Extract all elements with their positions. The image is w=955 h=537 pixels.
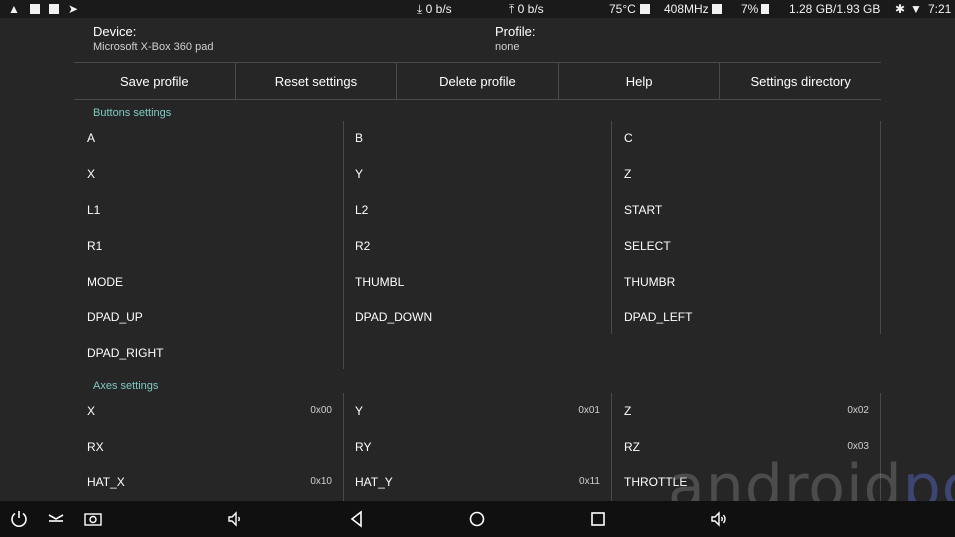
axis-row-item[interactable]: X 0x00	[87, 401, 332, 421]
temperature: 75°C	[609, 2, 636, 16]
cpu-frequency: 408MHz	[664, 2, 709, 16]
battery-saver-icon	[712, 2, 722, 16]
button-row-item[interactable]: DPAD_RIGHT	[87, 343, 163, 363]
buttons-settings-title: Buttons settings	[93, 107, 172, 119]
column-divider	[611, 393, 612, 501]
button-row-item[interactable]: B	[355, 128, 363, 148]
cpu-icon	[640, 2, 650, 16]
axis-code: 0x00	[310, 405, 332, 416]
axis-name: Z	[624, 404, 632, 418]
axis-name: HAT_X	[87, 475, 125, 489]
volume-down-icon[interactable]	[225, 509, 245, 529]
upload-speed-value: 0 b/s	[517, 2, 544, 16]
help-button[interactable]: Help	[559, 63, 721, 99]
axis-code: 0x01	[578, 405, 600, 416]
axis-row-item[interactable]: RY	[355, 437, 600, 457]
warning-icon: ▲	[8, 2, 20, 16]
bluetooth-icon: ✱	[895, 2, 906, 16]
download-speed-value: 0 b/s	[425, 2, 452, 16]
axis-row-item[interactable]: HAT_Y 0x11	[355, 472, 600, 492]
button-row-item[interactable]: START	[624, 200, 662, 220]
column-divider	[343, 121, 344, 369]
status-bar: ▲ ➤ ⤓ 0 b/s ⤒ 0 b/s 75°C 408MHz 7% 1.28 …	[0, 0, 955, 18]
navigation-bar	[0, 501, 955, 537]
recents-icon[interactable]	[588, 509, 608, 529]
button-row-item[interactable]: R1	[87, 236, 102, 256]
axis-row-item[interactable]: RX	[87, 437, 332, 457]
reset-settings-button[interactable]: Reset settings	[236, 63, 398, 99]
button-row-item[interactable]: A	[87, 128, 95, 148]
axis-row-item[interactable]: HAT_X 0x10	[87, 472, 332, 492]
button-row-item[interactable]: MODE	[87, 272, 123, 292]
memory-usage: 1.28 GB/1.93 GB	[789, 2, 881, 16]
column-divider	[611, 121, 612, 334]
button-row-item[interactable]: DPAD_LEFT	[624, 307, 692, 327]
upload-speed: ⤒ 0 b/s	[509, 2, 544, 16]
button-row-item[interactable]: THUMBL	[355, 272, 404, 292]
delete-profile-button[interactable]: Delete profile	[397, 63, 559, 99]
axis-name: X	[87, 404, 96, 418]
clock: 7:21	[928, 2, 952, 16]
home-icon[interactable]	[467, 509, 487, 529]
axis-name: HAT_Y	[355, 475, 393, 489]
profile-value: none	[495, 41, 520, 53]
wifi-icon: ▼	[910, 2, 922, 16]
axis-name: RZ	[624, 440, 640, 454]
button-row-item[interactable]: L1	[87, 200, 100, 220]
axis-name: RY	[355, 440, 372, 454]
button-row-item[interactable]: X	[87, 164, 95, 184]
axis-row-item[interactable]: Z 0x02	[624, 401, 869, 421]
device-value: Microsoft X-Box 360 pad	[93, 41, 214, 53]
button-row-item[interactable]: DPAD_UP	[87, 307, 143, 327]
back-icon[interactable]	[347, 509, 367, 529]
button-row-item[interactable]: L2	[355, 200, 368, 220]
app-icon	[49, 2, 59, 16]
button-row-item[interactable]: R2	[355, 236, 370, 256]
power-icon[interactable]	[9, 509, 29, 529]
volume-up-icon[interactable]	[709, 509, 729, 529]
button-row-item[interactable]: Z	[624, 164, 631, 184]
collapse-icon[interactable]	[46, 509, 66, 529]
axis-row-item[interactable]: Y 0x01	[355, 401, 600, 421]
battery-icon	[761, 2, 769, 16]
screenshot-icon[interactable]	[83, 509, 103, 529]
column-divider	[343, 393, 344, 501]
axis-name: Y	[355, 404, 364, 418]
settings-directory-button[interactable]: Settings directory	[720, 63, 881, 99]
battery-percent: 7%	[741, 2, 759, 16]
column-divider	[880, 121, 881, 334]
axes-settings-title: Axes settings	[93, 380, 159, 392]
axis-code: 0x10	[310, 476, 332, 487]
axis-code: 0x11	[579, 476, 600, 487]
profile-label: Profile:	[495, 24, 536, 39]
button-row-item[interactable]: THUMBR	[624, 272, 675, 292]
save-profile-button[interactable]: Save profile	[74, 63, 236, 99]
button-row-item[interactable]: C	[624, 128, 633, 148]
axis-name: RX	[87, 440, 104, 454]
send-icon: ➤	[68, 2, 79, 16]
toolbar: Save profile Reset settings Delete profi…	[74, 62, 881, 100]
button-row-item[interactable]: DPAD_DOWN	[355, 307, 432, 327]
download-speed: ⤓ 0 b/s	[417, 2, 452, 16]
axis-code: 0x02	[847, 405, 869, 416]
device-label: Device:	[93, 24, 137, 39]
button-row-item[interactable]: SELECT	[624, 236, 671, 256]
button-row-item[interactable]: Y	[355, 164, 363, 184]
image-icon	[30, 2, 40, 16]
